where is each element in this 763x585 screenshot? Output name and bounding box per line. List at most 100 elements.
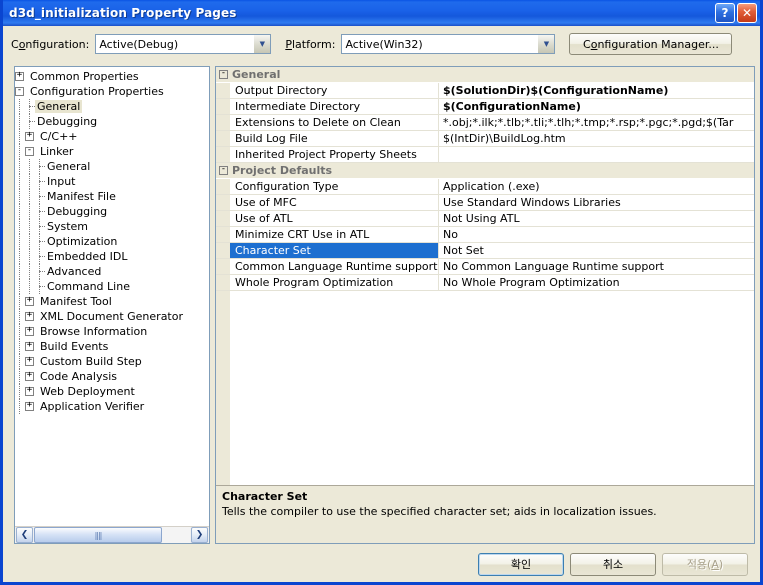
tree-item-web-deployment[interactable]: + Web Deployment [15, 384, 209, 399]
expand-icon[interactable]: + [15, 71, 24, 81]
grid-property-name[interactable]: Character Set [230, 243, 439, 258]
expand-icon[interactable]: + [25, 131, 34, 141]
help-icon[interactable]: ? [715, 3, 735, 23]
tree-item-optimization[interactable]: Optimization [15, 234, 209, 249]
tree-item-debugging[interactable]: Debugging [15, 114, 209, 129]
grid-property-name[interactable]: Extensions to Delete on Clean [230, 115, 439, 130]
expand-icon[interactable]: + [25, 296, 34, 306]
tree-item-build-events[interactable]: + Build Events [15, 339, 209, 354]
tree-item-input[interactable]: Input [15, 174, 209, 189]
tree-item-common-properties[interactable]: + Common Properties [15, 69, 209, 84]
configuration-manager-button[interactable]: Co nfiguration Manager... [569, 33, 733, 55]
scrollbar-thumb[interactable]: |||| [34, 527, 162, 543]
tree-item-custom-build-step[interactable]: + Custom Build Step [15, 354, 209, 369]
chevron-down-icon[interactable]: ▼ [537, 35, 555, 53]
tree-item-general[interactable]: General [15, 99, 209, 114]
grid-property-value[interactable]: Use Standard Windows Libraries [439, 195, 754, 210]
tree-indent-guide [25, 219, 35, 234]
tree-item-advanced[interactable]: Advanced [15, 264, 209, 279]
ok-button[interactable]: 확인 [478, 552, 564, 576]
grid-property-name[interactable]: Use of ATL [230, 211, 439, 226]
expand-icon[interactable]: + [25, 386, 34, 396]
grid-property-name[interactable]: Common Language Runtime support [230, 259, 439, 274]
tree-item-manifest-tool[interactable]: + Manifest Tool [15, 294, 209, 309]
grid-property-name[interactable]: Output Directory [230, 83, 439, 98]
grid-property-value[interactable]: $(SolutionDir)$(ConfigurationName) [439, 83, 754, 98]
expand-icon[interactable]: + [25, 311, 34, 321]
collapse-icon[interactable]: - [219, 165, 228, 175]
grid-property-value[interactable]: *.obj;*.ilk;*.tlb;*.tli;*.tlh;*.tmp;*.rs… [439, 115, 754, 130]
platform-dropdown[interactable]: Active(Win32) ▼ [341, 34, 556, 54]
grid-property-name[interactable]: Whole Program Optimization [230, 275, 439, 290]
grid-property-value[interactable]: No Common Language Runtime support [439, 259, 754, 274]
grid-row[interactable]: Build Log File $(IntDir)\BuildLog.htm [216, 131, 754, 147]
grid-row[interactable]: Intermediate Directory $(ConfigurationNam… [216, 99, 754, 115]
grid-property-value[interactable]: $(ConfigurationName) [439, 99, 754, 114]
grid-property-name[interactable]: Build Log File [230, 131, 439, 146]
scrollbar-track[interactable]: |||| [34, 527, 190, 543]
tree-item-xml-document-generator[interactable]: + XML Document Generator [15, 309, 209, 324]
grid-row[interactable]: Whole Program Optimization No Whole Progr… [216, 275, 754, 291]
grid-property-name[interactable]: Configuration Type [230, 179, 439, 194]
tree-item-configuration-properties[interactable]: - Configuration Properties [15, 84, 209, 99]
collapse-icon[interactable]: - [219, 69, 228, 79]
tree-item-general[interactable]: General [15, 159, 209, 174]
tree-item-application-verifier[interactable]: + Application Verifier [15, 399, 209, 414]
grid-row[interactable]: Extensions to Delete on Clean *.obj;*.ilk… [216, 115, 754, 131]
grid-row[interactable]: Use of ATL Not Using ATL [216, 211, 754, 227]
grid-row[interactable]: Minimize CRT Use in ATL No [216, 227, 754, 243]
expand-icon[interactable]: + [25, 401, 34, 411]
close-icon[interactable]: ✕ [737, 3, 757, 23]
tree-item-c-c[interactable]: + C/C++ [15, 129, 209, 144]
grid-row[interactable]: Use of MFC Use Standard Windows Libraries [216, 195, 754, 211]
tree-indent-guide [25, 249, 35, 264]
grid-property-name[interactable]: Use of MFC [230, 195, 439, 210]
expand-icon[interactable]: + [25, 371, 34, 381]
tree-item-label: Application Verifier [40, 400, 145, 413]
tree-indent-guide [15, 324, 25, 339]
grid-property-value[interactable] [439, 147, 754, 162]
configuration-label: Configuration: [11, 37, 90, 51]
property-tree[interactable]: + Common Properties - Configuration Propert… [15, 69, 209, 524]
tree-indent-guide [15, 309, 25, 324]
property-grid[interactable]: - General Output Directory $(SolutionDir)$(… [216, 67, 754, 485]
grid-property-value[interactable]: Not Using ATL [439, 211, 754, 226]
configuration-dropdown[interactable]: Active(Debug) ▼ [95, 34, 272, 54]
tree-item-command-line[interactable]: Command Line [15, 279, 209, 294]
grid-row[interactable]: Configuration Type Application (.exe) [216, 179, 754, 195]
grid-row[interactable]: Character Set Not Set [216, 243, 754, 259]
grid-row[interactable]: Common Language Runtime support No Common… [216, 259, 754, 275]
tree-item-linker[interactable]: - Linker [15, 144, 209, 159]
grid-row-gutter [216, 243, 230, 258]
chevron-down-icon[interactable]: ▼ [253, 35, 271, 53]
tree-indent-guide [15, 399, 25, 414]
grid-property-value[interactable]: Application (.exe) [439, 179, 754, 194]
tree-item-browse-information[interactable]: + Browse Information [15, 324, 209, 339]
tree-item-manifest-file[interactable]: Manifest File [15, 189, 209, 204]
grid-category-general[interactable]: - General [216, 67, 754, 83]
grid-property-value[interactable]: Not Set [439, 243, 754, 258]
grid-row[interactable]: Inherited Project Property Sheets [216, 147, 754, 163]
tree-horizontal-scrollbar[interactable]: ❮ |||| ❯ [15, 526, 209, 543]
grid-property-value[interactable]: No [439, 227, 754, 242]
tree-indent-guide [15, 264, 25, 279]
tree-item-code-analysis[interactable]: + Code Analysis [15, 369, 209, 384]
grid-property-name[interactable]: Inherited Project Property Sheets [230, 147, 439, 162]
grid-property-value[interactable]: $(IntDir)\BuildLog.htm [439, 131, 754, 146]
scroll-left-icon[interactable]: ❮ [16, 527, 33, 543]
collapse-icon[interactable]: - [15, 86, 24, 96]
scroll-right-icon[interactable]: ❯ [191, 527, 208, 543]
collapse-icon[interactable]: - [25, 146, 34, 156]
cancel-button[interactable]: 취소 [570, 552, 656, 576]
expand-icon[interactable]: + [25, 326, 34, 336]
tree-item-system[interactable]: System [15, 219, 209, 234]
tree-item-debugging[interactable]: Debugging [15, 204, 209, 219]
grid-category-project-defaults[interactable]: - Project Defaults [216, 163, 754, 179]
expand-icon[interactable]: + [25, 356, 34, 366]
tree-item-embedded-idl[interactable]: Embedded IDL [15, 249, 209, 264]
grid-row[interactable]: Output Directory $(SolutionDir)$(Configur… [216, 83, 754, 99]
grid-property-value[interactable]: No Whole Program Optimization [439, 275, 754, 290]
grid-property-name[interactable]: Minimize CRT Use in ATL [230, 227, 439, 242]
grid-property-name[interactable]: Intermediate Directory [230, 99, 439, 114]
expand-icon[interactable]: + [25, 341, 34, 351]
